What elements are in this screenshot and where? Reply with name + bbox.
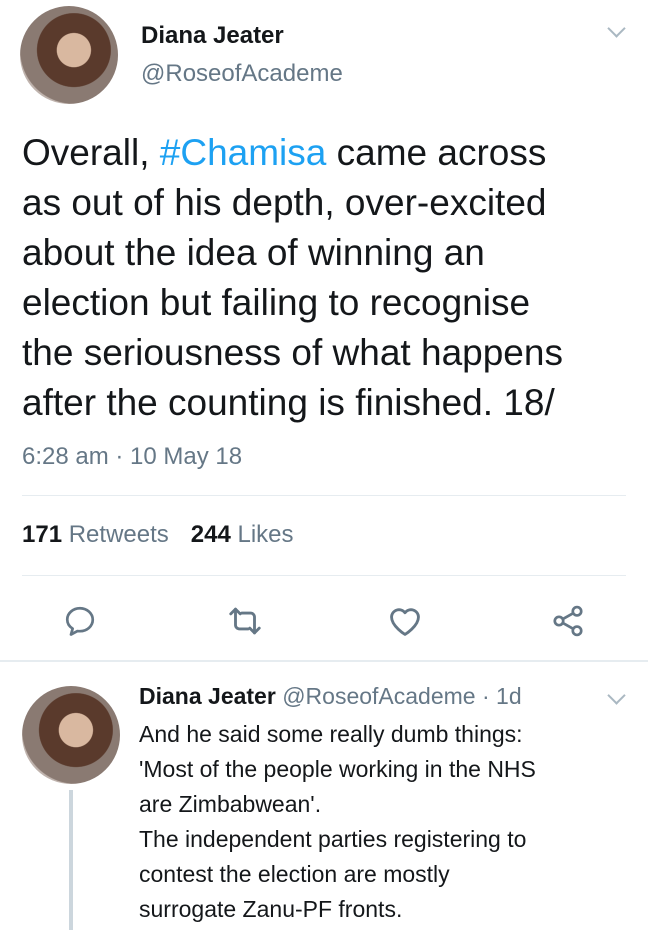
thread-line [69, 790, 73, 930]
likes-stat[interactable]: 244 Likes [191, 521, 294, 548]
share-button[interactable] [545, 598, 591, 644]
reply-author-handle[interactable]: @RoseofAcademe [282, 683, 475, 709]
reply-avatar[interactable] [22, 686, 120, 784]
tweet-text-rest: came across as out of his depth, over-ex… [22, 132, 563, 423]
retweets-stat[interactable]: 171 Retweets [22, 521, 169, 548]
tweet-timestamp[interactable]: 6:28 am · 10 May 18 [22, 443, 242, 471]
retweet-icon [229, 607, 261, 635]
chevron-down-icon[interactable] [607, 686, 626, 705]
likes-label: Likes [237, 521, 294, 548]
reply-text: And he said some really dumb things: 'Mo… [139, 721, 536, 922]
divider [22, 575, 626, 576]
hashtag-link[interactable]: #Chamisa [160, 132, 327, 173]
reply-button[interactable] [57, 598, 103, 644]
like-icon [390, 608, 420, 636]
section-divider [0, 660, 648, 662]
avatar[interactable] [20, 6, 118, 104]
reply-author-name[interactable]: Diana Jeater [139, 683, 276, 709]
retweet-button[interactable] [222, 598, 268, 644]
reply-header: Diana Jeater @RoseofAcademe · 1d [139, 683, 522, 710]
reply-icon [65, 606, 95, 636]
tweet-stats: 171 Retweets 244 Likes [22, 521, 294, 549]
reply-age: · 1d [481, 683, 522, 709]
chevron-down-icon[interactable] [607, 19, 626, 38]
retweets-label: Retweets [68, 521, 169, 548]
tweet-actions [0, 598, 648, 644]
like-button[interactable] [382, 598, 428, 644]
tweet-text-start: Overall, [22, 132, 160, 173]
likes-count: 244 [190, 521, 231, 548]
retweets-count: 171 [22, 521, 63, 548]
divider [22, 495, 626, 496]
tweet-text: Overall, #Chamisa came across as out of … [22, 128, 632, 428]
author-name[interactable]: Diana Jeater [141, 22, 284, 50]
share-icon [553, 605, 583, 637]
author-handle[interactable]: @RoseofAcademe [141, 60, 343, 88]
